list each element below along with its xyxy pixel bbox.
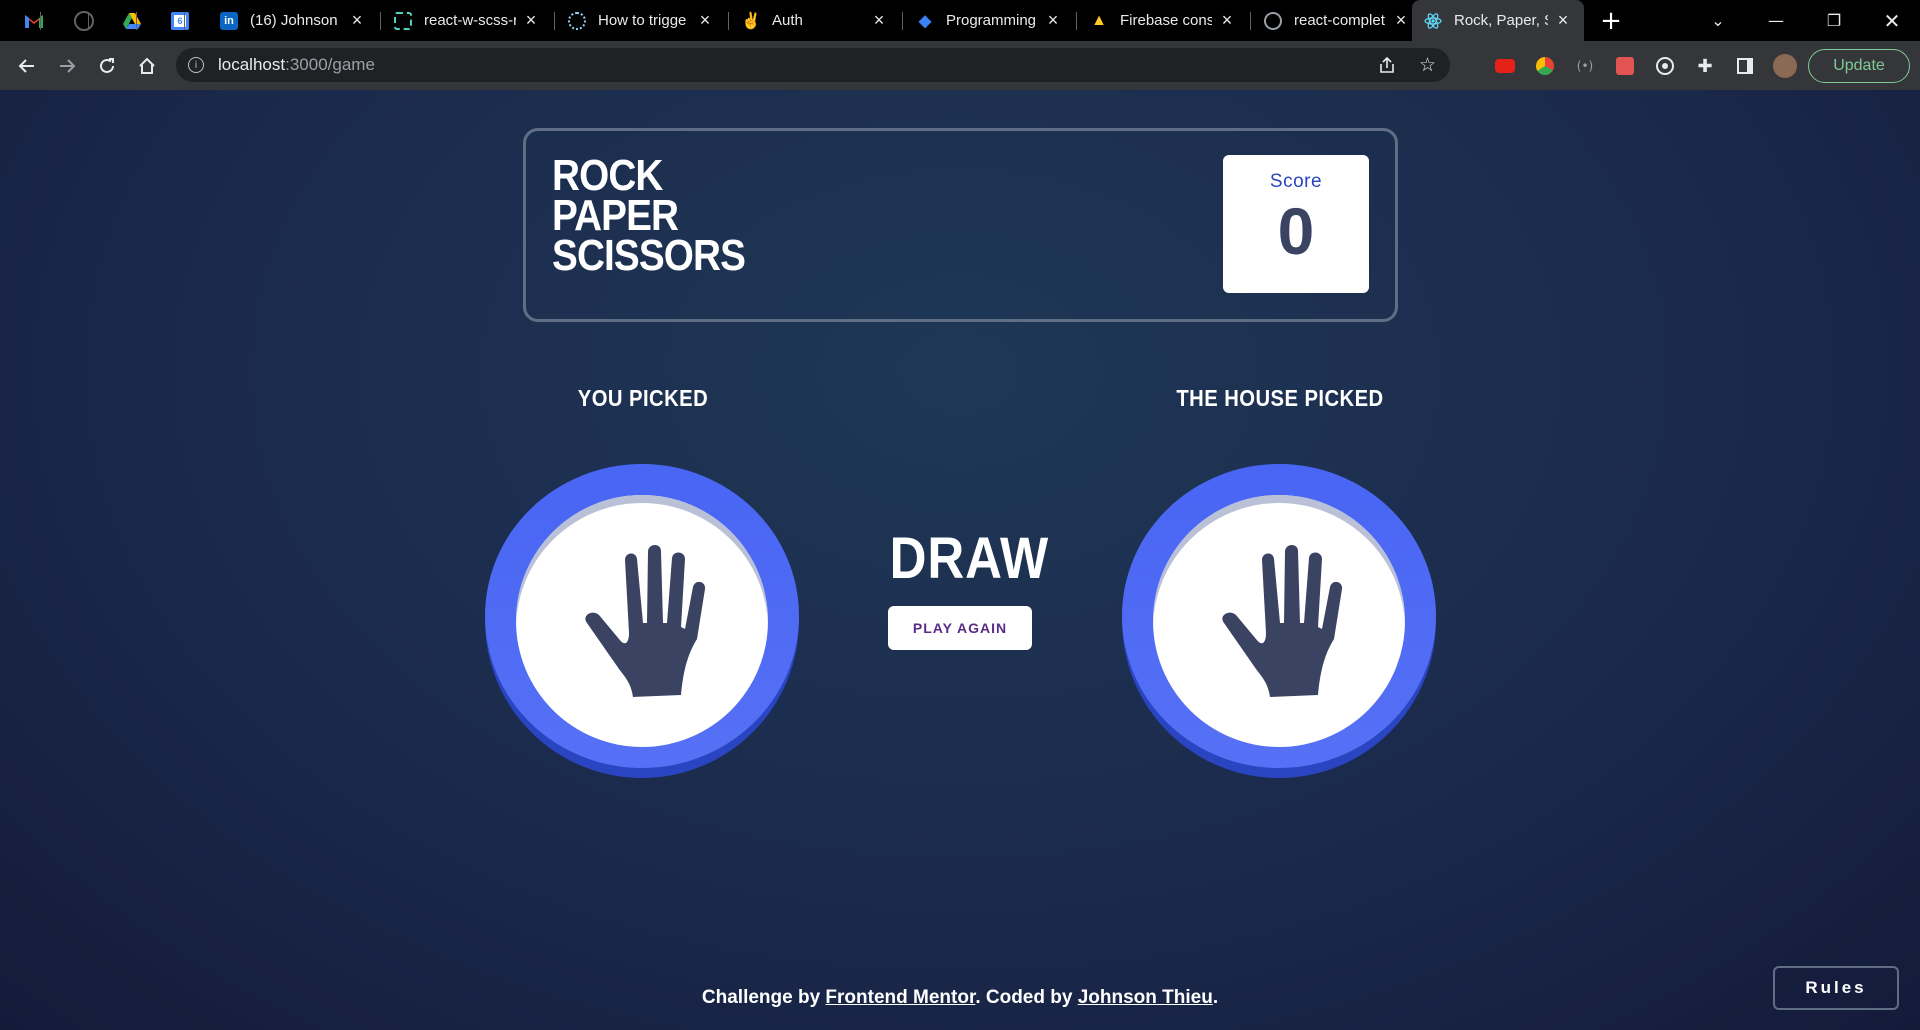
tab-title: Auth xyxy=(772,12,803,29)
title-line: PAPER xyxy=(552,191,679,240)
arrow-right-icon xyxy=(60,59,76,73)
firebase-icon: ▲ xyxy=(1091,11,1107,29)
linkedin-icon: in xyxy=(220,11,238,30)
github-icon xyxy=(1264,11,1282,30)
codesandbox-icon xyxy=(394,11,412,30)
close-icon[interactable]: × xyxy=(1218,10,1236,31)
bookmark-star-icon[interactable]: ☆ xyxy=(1419,55,1436,75)
tab-webpack[interactable]: How to trigge × xyxy=(556,0,726,41)
gmail-icon[interactable] xyxy=(14,0,54,41)
address-bar[interactable]: i localhost:3000/game ☆ xyxy=(176,48,1450,82)
target-extension-icon[interactable] xyxy=(1654,55,1676,77)
url-text: localhost:3000/game xyxy=(218,55,375,74)
game-title: ROCK PAPER SCISSORS xyxy=(552,151,746,280)
close-icon[interactable]: × xyxy=(522,10,540,31)
tab-firebase[interactable]: ▲ Firebase conso × xyxy=(1078,0,1248,41)
home-icon xyxy=(139,57,155,74)
tab-title: How to trigge xyxy=(598,12,687,29)
tab-programming[interactable]: ◆ Programming × xyxy=(904,0,1074,41)
result-text: DRAW xyxy=(889,526,1050,591)
author-link[interactable]: Johnson Thieu xyxy=(1078,987,1213,1008)
webpack-icon xyxy=(568,11,586,30)
house-paper-chip xyxy=(1122,464,1436,778)
player-pick-label: YOU PICKED xyxy=(577,385,709,411)
forward-button[interactable] xyxy=(50,49,84,83)
tab-codesandbox[interactable]: react-w-scss-r × xyxy=(382,0,552,41)
play-again-button[interactable]: PLAY AGAIN xyxy=(888,606,1032,650)
browser-toolbar: i localhost:3000/game ☆ (•) ✚ Update xyxy=(0,41,1920,90)
score-header: ROCK PAPER SCISSORS Score 0 xyxy=(523,128,1398,322)
rules-button[interactable]: Rules xyxy=(1773,966,1899,1010)
score-label: Score xyxy=(1269,171,1323,192)
github-icon[interactable] xyxy=(64,0,104,41)
layers-icon: ◆ xyxy=(918,12,932,30)
frontend-mentor-link[interactable]: Frontend Mentor xyxy=(825,987,975,1008)
close-icon[interactable]: × xyxy=(1044,10,1062,31)
gift-extension-icon[interactable] xyxy=(1614,55,1636,77)
youtube-extension-icon[interactable] xyxy=(1494,55,1516,77)
result-panel: DRAW PLAY AGAIN xyxy=(880,525,1050,650)
tab-title: react-complet xyxy=(1294,12,1385,29)
paper-hand-icon xyxy=(585,545,706,697)
profile-avatar[interactable] xyxy=(1772,53,1798,79)
close-icon[interactable]: × xyxy=(1554,10,1572,31)
close-window-button[interactable]: ✕ xyxy=(1864,0,1920,41)
tab-title: Firebase conso xyxy=(1120,12,1212,29)
site-info-icon[interactable]: i xyxy=(188,57,204,73)
player-paper-chip xyxy=(485,464,799,778)
side-panel-icon[interactable] xyxy=(1734,55,1756,77)
arrow-left-icon xyxy=(18,59,34,73)
title-line: SCISSORS xyxy=(552,231,746,280)
calendar-icon[interactable]: 6 xyxy=(160,0,200,41)
auth0-icon: ✌ xyxy=(741,12,761,30)
tab-github[interactable]: react-complet × xyxy=(1252,0,1422,41)
new-tab-button[interactable]: + xyxy=(1596,6,1626,36)
update-button[interactable]: Update xyxy=(1808,49,1910,83)
paper-hand-icon xyxy=(1222,545,1343,697)
home-button[interactable] xyxy=(130,49,164,83)
puzzle-extensions-icon[interactable]: ✚ xyxy=(1694,55,1716,77)
tab-rock-paper-scissors[interactable]: Rock, Paper, S × xyxy=(1412,0,1584,41)
close-icon[interactable]: × xyxy=(348,10,366,31)
restore-button[interactable]: ❐ xyxy=(1806,0,1862,41)
game-page: ROCK PAPER SCISSORS Score 0 YOU PICKED T… xyxy=(0,90,1920,1030)
reload-icon xyxy=(100,58,114,73)
drive-icon[interactable] xyxy=(112,0,152,41)
tab-linkedin[interactable]: in (16) Johnson × xyxy=(208,0,378,41)
score-value: 0 xyxy=(1277,194,1315,268)
title-line: ROCK xyxy=(552,151,663,200)
tab-auth[interactable]: ✌ Auth × xyxy=(730,0,900,41)
close-icon[interactable]: × xyxy=(870,10,888,31)
attribution-footer: Challenge by Frontend Mentor. Coded by J… xyxy=(701,987,1219,1008)
chrome-extension-icon[interactable] xyxy=(1534,55,1556,77)
reload-button[interactable] xyxy=(90,49,124,83)
react-icon xyxy=(1424,12,1442,30)
minimize-button[interactable]: — xyxy=(1748,0,1804,41)
share-icon[interactable] xyxy=(1378,56,1396,78)
close-icon[interactable]: × xyxy=(696,10,714,31)
back-button[interactable] xyxy=(10,49,44,83)
tab-title: Rock, Paper, S xyxy=(1454,12,1548,29)
tab-title: react-w-scss-r xyxy=(424,12,516,29)
score-box: Score 0 xyxy=(1223,155,1369,293)
close-icon[interactable]: × xyxy=(1392,10,1410,31)
broadcast-extension-icon[interactable]: (•) xyxy=(1574,55,1596,77)
tab-search-icon[interactable]: ⌄ xyxy=(1690,0,1746,41)
tab-title: Programming xyxy=(946,12,1037,29)
browser-tab-strip: 6 in (16) Johnson × react-w-scss-r × How… xyxy=(0,0,1920,41)
house-pick-label: THE HOUSE PICKED xyxy=(1176,385,1384,411)
tab-title: (16) Johnson xyxy=(250,12,338,29)
